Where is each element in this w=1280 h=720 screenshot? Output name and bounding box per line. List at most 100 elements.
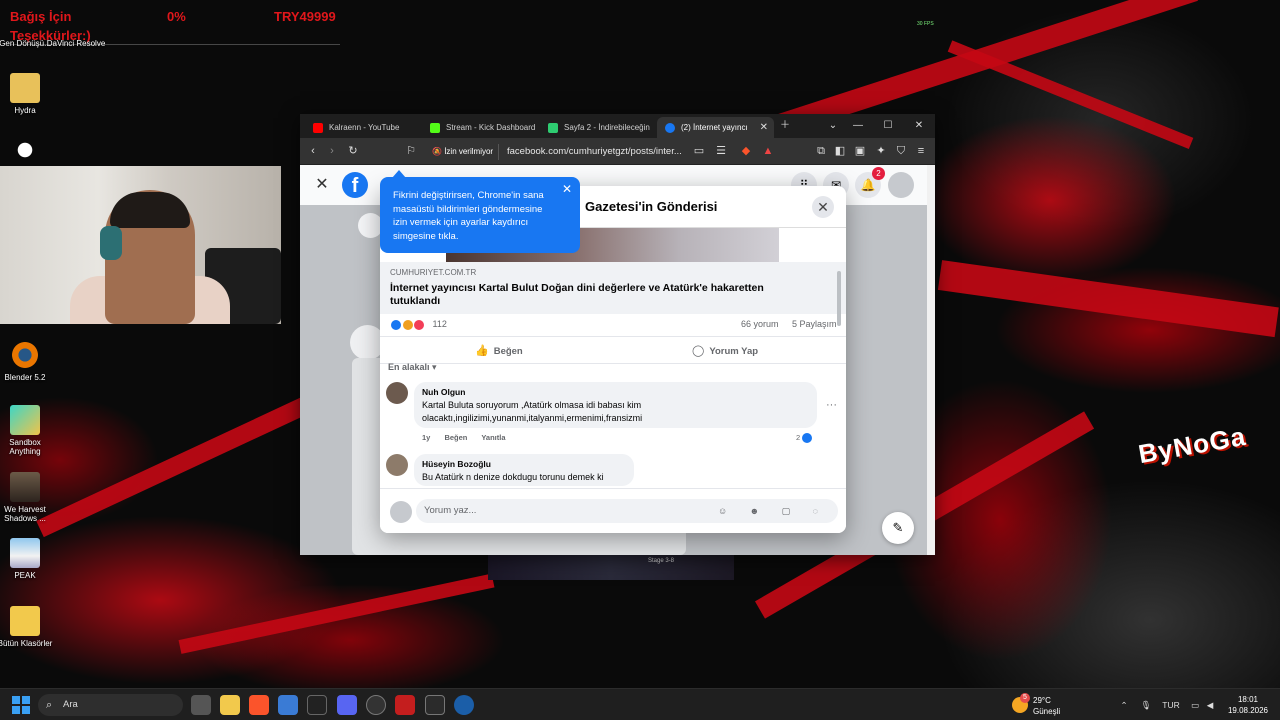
comment-time[interactable]: 1y [422,433,430,442]
leo-ai-icon[interactable]: ✦ [871,138,891,165]
close-icon[interactable]: ✕ [311,174,333,196]
desktop-icon-peak[interactable]: PEAK [0,538,57,580]
network-icon[interactable]: ▭ [1188,689,1202,720]
comment-label: Yorum Yap [709,346,759,357]
microphone-icon[interactable]: 🎙 [1138,689,1154,720]
desktop-icon-we-harvest[interactable]: We Harvest Shadows ... [0,472,57,523]
desktop-icon-blender[interactable]: Blender 5.2 [0,340,57,382]
comment-bubble: Nuh Olgun Kartal Buluta soruyorum ,Atatü… [414,382,817,428]
desktop-icon-hydra[interactable]: Hydra [0,73,57,115]
reload-icon[interactable]: ↻ [343,138,363,165]
obs-icon[interactable] [366,695,386,715]
bookmark-icon[interactable]: ⚐ [401,138,421,165]
comment-sort-dropdown[interactable]: En alakalı ▾ [388,362,437,373]
reaction-count[interactable]: 112 [433,319,447,329]
tab-facebook[interactable]: (2) İnternet yayıncı ✕ [657,117,774,138]
sort-label: En alakalı [388,362,430,372]
store-icon[interactable] [278,695,298,715]
desktop-icon-label: Sandbox Anything [9,438,41,457]
comment-like-link[interactable]: Beğen [444,433,467,442]
comment-like-count[interactable]: 2 [796,433,813,444]
terminal-icon[interactable] [425,695,445,715]
donation-percent: 0% [167,9,186,24]
weather-desc: Güneşli [1033,707,1061,716]
profile-avatar[interactable] [888,172,914,198]
permission-chip[interactable]: 🔕 İzin verilmiyor [427,144,500,160]
tab-download-site[interactable]: Sayfa 2 - İndirebileceğin [540,117,657,138]
modal-close-button[interactable]: ✕ [812,196,834,218]
task-view-icon[interactable] [191,695,211,715]
volume-icon[interactable]: ◀ [1203,689,1217,720]
desktop-icon-label: DaVinci Resolve [46,39,106,48]
post-actions: 👍 Beğen ◯ Yorum Yap [380,336,846,364]
tab-youtube[interactable]: Kalraenn - YouTube [305,117,422,138]
octopus-icon [10,138,40,168]
close-tab-icon[interactable]: ✕ [760,117,768,138]
back-icon[interactable]: ‹ [303,138,323,165]
menu-icon[interactable]: ≡ [911,138,931,165]
page-scrollbar[interactable] [927,165,935,555]
file-explorer-icon[interactable] [220,695,240,715]
shares-count[interactable]: 5 Paylaşım [792,319,837,329]
sidebar-icon[interactable]: ◧ [830,138,850,165]
taskbar: ⌕ Ara 5 29°C Güneşli ⌃ 🎙 TUR ▭ ◀ 18:01 1… [0,688,1280,720]
minimize-button[interactable]: — [843,114,873,138]
comment-author[interactable]: Hüseyin Bozoğlu [422,459,626,469]
address-bar[interactable]: facebook.com/cumhuriyetgzt/posts/inter..… [507,138,687,165]
tooltip-text: Fikrini değiştirirsen, Chrome'in sana ma… [393,190,544,242]
webcam-person-hair [110,192,190,228]
steam-icon[interactable] [454,695,474,715]
desktop-icon-folders[interactable]: Bütün Klasörler [0,606,57,648]
avatar[interactable] [386,382,408,404]
vpn-icon[interactable]: ⛉ [891,138,911,165]
new-tab-button[interactable]: ＋ [770,114,800,138]
rewards-icon[interactable]: ▲ [758,138,778,165]
angry-reaction-icon [401,319,414,331]
capture-app-icon[interactable] [395,695,415,715]
tray-overflow-icon[interactable]: ⌃ [1116,689,1132,720]
forward-icon[interactable]: › [322,138,342,165]
maximize-button[interactable]: ☐ [873,114,903,138]
comment-item: Hüseyin Bozoğlu Bu Atatürk n denize dokd… [386,454,836,488]
brave-browser-icon[interactable] [249,695,269,715]
search-icon: ⌕ [46,699,53,711]
taskbar-search[interactable]: ⌕ Ara [38,694,183,716]
reader-icon[interactable]: ☰ [711,138,731,165]
comments-count[interactable]: 66 yorum [741,319,779,329]
desktop-icon-label: We Harvest Shadows ... [4,505,46,524]
desktop-icon-sandbox[interactable]: Sandbox Anything [0,405,57,456]
facebook-logo[interactable]: f [342,172,368,198]
modal-scrollbar[interactable] [837,271,841,326]
comment-author[interactable]: Nuh Olgun [422,387,809,397]
avatar[interactable] [386,454,408,476]
desktop-icon-label: PEAK [14,571,36,580]
weather-badge: 5 [1020,693,1030,703]
discord-icon[interactable] [337,695,357,715]
link-domain: CUMHURIYET.COM.TR [390,268,477,277]
desktop-icon[interactable]: DaVinci Resolve [44,39,108,48]
weather-widget[interactable]: 5 29°C Güneşli [1012,693,1102,717]
language-indicator[interactable]: TUR [1158,689,1184,720]
chevron-down-icon: ▾ [432,362,437,372]
extensions-icon[interactable]: ⧉ [811,138,831,165]
tooltip-close-icon[interactable]: ✕ [562,182,572,197]
epic-games-icon[interactable] [307,695,327,715]
comment-input[interactable]: Yorum yaz... ☺ ☻ ▢ ◌ [416,499,838,523]
brave-shield-icon[interactable]: ◆ [736,138,756,165]
tab-kick[interactable]: Stream - Kick Dashboard [422,117,539,138]
comment-reply-link[interactable]: Yanıtla [481,433,505,442]
system-clock[interactable]: 18:01 19.08.2026 [1222,694,1274,716]
comment-button[interactable]: ◯ Yorum Yap [692,337,758,365]
like-button[interactable]: 👍 Beğen [475,337,523,365]
new-message-button[interactable]: ✎ [882,512,914,544]
composer-icons[interactable]: ☺ ☻ ▢ ◌ [718,499,828,523]
link-preview[interactable]: CUMHURIYET.COM.TR İnternet yayıncısı Kar… [380,262,846,314]
windows-start-icon[interactable] [12,696,30,714]
wallpaper-streak [178,573,495,654]
wallet-icon[interactable]: ▣ [850,138,870,165]
comment-composer: Yorum yaz... ☺ ☻ ▢ ◌ [380,488,846,533]
thumbs-up-icon: 👍 [475,345,489,357]
close-window-button[interactable]: ✕ [904,114,934,138]
more-options-icon[interactable]: ··· [826,399,837,411]
cast-icon[interactable]: ▭ [689,138,709,165]
